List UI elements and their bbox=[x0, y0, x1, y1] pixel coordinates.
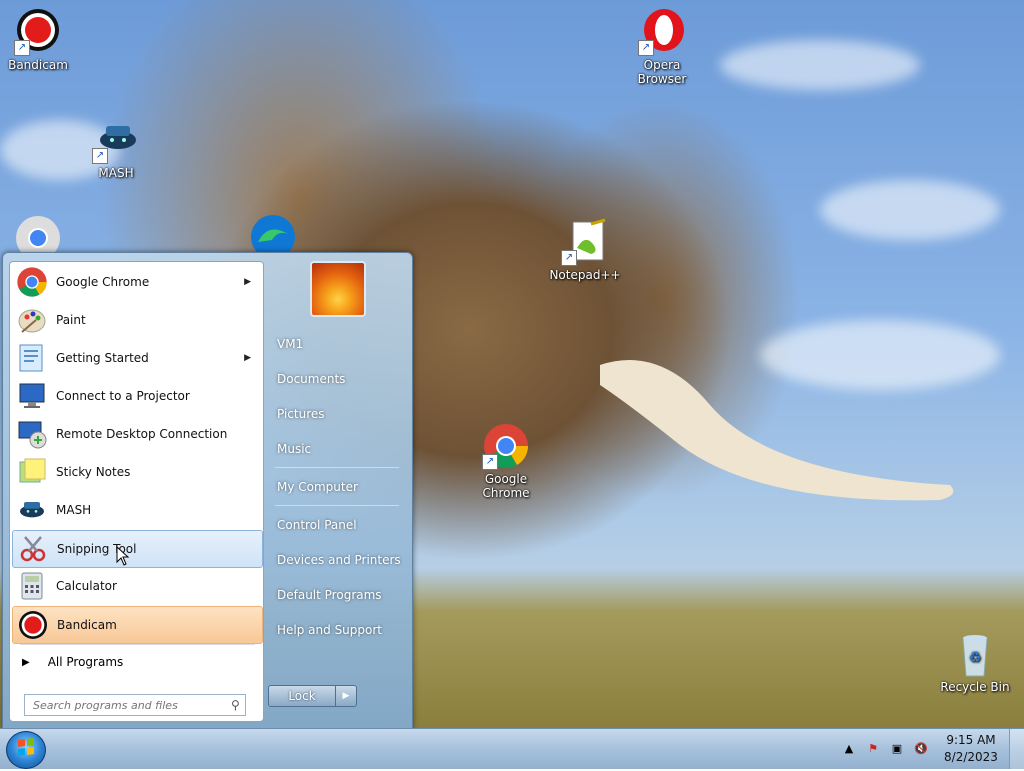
bandicam-icon bbox=[17, 609, 49, 641]
action-center-flag-icon[interactable]: ⚑ bbox=[864, 741, 882, 757]
place-vm1[interactable]: VM1 bbox=[269, 330, 413, 358]
divider bbox=[20, 644, 255, 645]
place-documents[interactable]: Documents bbox=[269, 365, 413, 393]
shortcut-arrow-icon: ↗ bbox=[92, 148, 108, 164]
program-google-chrome[interactable]: Google Chrome ▶ bbox=[12, 264, 261, 300]
opera-icon: ↗ bbox=[638, 8, 686, 56]
taskbar: ▲ ⚑ ▣ 🔇 9:15 AM 8/2/2023 bbox=[0, 728, 1024, 769]
submenu-arrow-icon[interactable]: ▶ bbox=[244, 277, 251, 287]
desktop-icon-bandicam[interactable]: ↗ Bandicam bbox=[0, 8, 78, 72]
start-button[interactable] bbox=[6, 731, 46, 769]
place-control-panel[interactable]: Control Panel bbox=[269, 511, 413, 539]
program-label: Connect to a Projector bbox=[56, 389, 190, 403]
program-label: Paint bbox=[56, 313, 86, 327]
program-label: Google Chrome bbox=[56, 275, 150, 289]
program-remote-desktop[interactable]: Remote Desktop Connection bbox=[12, 416, 261, 452]
divider bbox=[275, 505, 399, 506]
snipping-tool-icon bbox=[17, 533, 49, 565]
desktop-icon-notepadpp[interactable]: ↗ Notepad++ bbox=[545, 218, 625, 282]
program-bandicam[interactable]: Bandicam bbox=[12, 606, 263, 644]
desktop-icon-label: Opera Browser bbox=[637, 58, 687, 86]
clock[interactable]: 9:15 AM 8/2/2023 bbox=[933, 732, 1009, 766]
all-programs-button[interactable]: ▶ All Programs bbox=[18, 650, 258, 674]
place-my-computer[interactable]: My Computer bbox=[269, 473, 413, 501]
shortcut-arrow-icon: ↗ bbox=[14, 40, 30, 56]
show-hidden-icons-icon[interactable]: ▲ bbox=[840, 741, 858, 757]
lock-options-arrow-icon[interactable]: ▶ bbox=[336, 685, 357, 707]
place-pictures[interactable]: Pictures bbox=[269, 400, 413, 428]
desktop-icon-label: Recycle Bin bbox=[940, 680, 1010, 694]
program-sticky-notes[interactable]: Sticky Notes bbox=[12, 454, 261, 490]
recycle-bin-icon: ♻ bbox=[951, 630, 999, 678]
cloud bbox=[820, 180, 1000, 240]
lock-button[interactable]: Lock bbox=[268, 685, 336, 707]
search-icon[interactable]: ⚲ bbox=[231, 698, 240, 712]
chrome-icon: ↗ bbox=[482, 422, 530, 470]
clock-time: 9:15 AM bbox=[946, 733, 996, 747]
program-snipping-tool[interactable]: Snipping Tool bbox=[12, 530, 263, 568]
desktop-icon-recycle-bin[interactable]: ♻ Recycle Bin bbox=[935, 630, 1015, 694]
program-connect-projector[interactable]: Connect to a Projector bbox=[12, 378, 261, 414]
remote-desktop-icon bbox=[16, 418, 48, 450]
start-menu: Google Chrome ▶ Paint Getting Started ▶ … bbox=[2, 252, 413, 730]
program-label: Getting Started bbox=[56, 351, 149, 365]
desktop-icon-chrome[interactable]: ↗ Google Chrome bbox=[466, 422, 546, 500]
show-desktop-button[interactable] bbox=[1009, 729, 1024, 769]
calculator-icon bbox=[16, 570, 48, 602]
shortcut-arrow-icon: ↗ bbox=[638, 40, 654, 56]
program-label: Calculator bbox=[56, 579, 117, 593]
user-avatar[interactable] bbox=[310, 261, 366, 317]
chrome-icon bbox=[14, 214, 62, 254]
desktop-icon-label: Google Chrome bbox=[482, 472, 530, 500]
submenu-arrow-icon[interactable]: ▶ bbox=[244, 353, 251, 363]
all-programs-label: All Programs bbox=[47, 655, 124, 669]
program-calculator[interactable]: Calculator bbox=[12, 568, 261, 604]
program-label: Bandicam bbox=[57, 618, 117, 632]
desktop-icon-label: Bandicam bbox=[8, 58, 68, 72]
program-label: Sticky Notes bbox=[56, 465, 131, 479]
clock-date: 8/2/2023 bbox=[944, 750, 998, 764]
volume-muted-icon[interactable]: 🔇 bbox=[912, 741, 930, 757]
windows-logo-icon bbox=[18, 738, 34, 756]
shortcut-arrow-icon: ↗ bbox=[561, 250, 577, 266]
desktop-icon-label: MASH bbox=[98, 166, 134, 180]
place-default-programs[interactable]: Default Programs bbox=[269, 581, 413, 609]
cloud bbox=[720, 40, 920, 90]
search-box[interactable]: ⚲ bbox=[24, 694, 246, 716]
projector-icon bbox=[16, 380, 48, 412]
program-label: MASH bbox=[56, 503, 92, 517]
system-tray: ▲ ⚑ ▣ 🔇 9:15 AM 8/2/2023 bbox=[837, 729, 1024, 769]
paint-icon bbox=[16, 304, 48, 336]
getting-started-icon bbox=[16, 342, 48, 374]
program-getting-started[interactable]: Getting Started ▶ bbox=[12, 340, 261, 376]
program-mash[interactable]: MASH bbox=[12, 492, 261, 528]
all-programs-arrow-icon: ▶ bbox=[22, 656, 30, 668]
divider bbox=[275, 467, 399, 468]
mash-icon: ↗ bbox=[92, 116, 140, 164]
place-help-support[interactable]: Help and Support bbox=[269, 616, 413, 644]
search-input[interactable] bbox=[31, 697, 225, 713]
notepadpp-icon: ↗ bbox=[561, 218, 609, 266]
place-music[interactable]: Music bbox=[269, 435, 413, 463]
desktop-icon-opera[interactable]: ↗ Opera Browser bbox=[622, 8, 702, 86]
sticky-notes-icon bbox=[16, 456, 48, 488]
place-devices-printers[interactable]: Devices and Printers bbox=[269, 546, 413, 574]
start-menu-programs-pane: Google Chrome ▶ Paint Getting Started ▶ … bbox=[9, 261, 264, 722]
program-label: Remote Desktop Connection bbox=[56, 427, 228, 441]
desktop-icon-mash[interactable]: ↗ MASH bbox=[76, 116, 156, 180]
chrome-icon bbox=[16, 266, 48, 298]
svg-text:♻: ♻ bbox=[969, 650, 982, 666]
program-paint[interactable]: Paint bbox=[12, 302, 261, 338]
elephant-tusk bbox=[600, 360, 954, 501]
bandicam-icon: ↗ bbox=[14, 8, 62, 56]
edge-icon bbox=[248, 212, 298, 252]
network-icon[interactable]: ▣ bbox=[888, 741, 906, 757]
mash-icon bbox=[16, 494, 48, 526]
desktop-icon-label: Notepad++ bbox=[549, 268, 621, 282]
lock-control: Lock ▶ bbox=[268, 685, 358, 707]
shortcut-arrow-icon: ↗ bbox=[482, 454, 498, 470]
mouse-cursor-icon bbox=[116, 546, 130, 566]
